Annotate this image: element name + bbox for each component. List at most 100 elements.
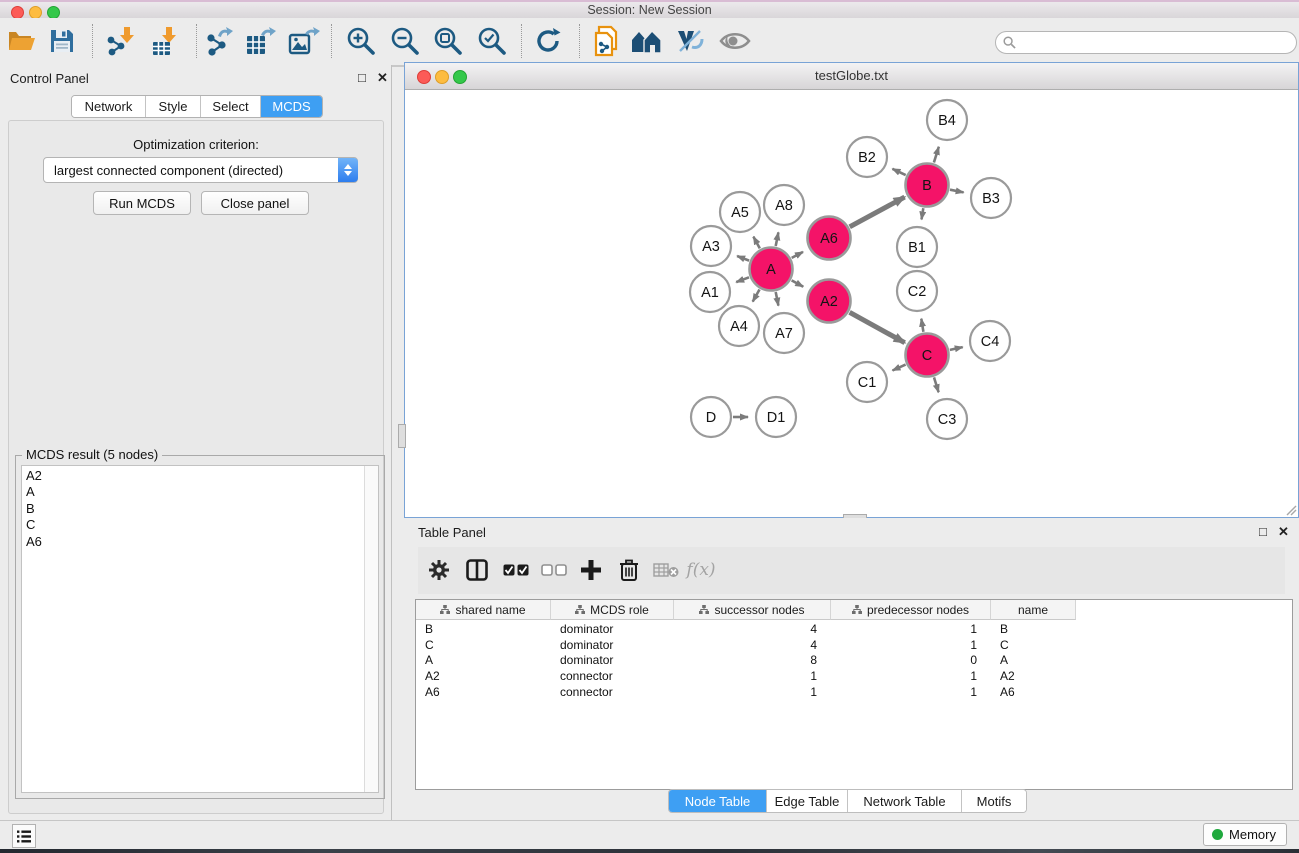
node-B[interactable]: B bbox=[906, 164, 949, 207]
table-tab-node-table[interactable]: Node Table bbox=[669, 790, 767, 812]
column-header-successor-nodes[interactable]: successor nodes bbox=[674, 600, 831, 620]
table-tab-edge-table[interactable]: Edge Table bbox=[767, 790, 848, 812]
control-tab-mcds[interactable]: MCDS bbox=[261, 96, 322, 117]
search-input[interactable] bbox=[1016, 35, 1296, 51]
show-graphics-details-button[interactable] bbox=[715, 21, 755, 61]
edge-A-A3[interactable] bbox=[737, 256, 749, 261]
cell-C-MCDS-role[interactable]: dominator bbox=[551, 638, 674, 654]
zoom-in-button[interactable] bbox=[341, 21, 381, 61]
cell-A-name[interactable]: A bbox=[991, 653, 1076, 669]
table-tab-motifs[interactable]: Motifs bbox=[962, 790, 1026, 812]
result-item[interactable]: A bbox=[22, 484, 378, 500]
network-graph-canvas[interactable]: B4 B2 B B3 A5 A8 A6 A3 B1 A A1 C2 A2 A4 … bbox=[405, 89, 1298, 517]
result-item[interactable]: A6 bbox=[22, 534, 378, 550]
edge-A-A2[interactable] bbox=[792, 280, 804, 286]
column-header-shared-name[interactable]: shared name bbox=[416, 600, 551, 620]
node-C4[interactable]: C4 bbox=[970, 321, 1010, 361]
node-A8[interactable]: A8 bbox=[764, 185, 804, 225]
edge-B-B4[interactable] bbox=[934, 147, 939, 163]
node-D[interactable]: D bbox=[691, 397, 731, 437]
node-A2[interactable]: A2 bbox=[808, 280, 851, 323]
edge-A-A6[interactable] bbox=[792, 252, 803, 258]
hide-graphics-details-button[interactable] bbox=[670, 21, 710, 61]
node-D1[interactable]: D1 bbox=[756, 397, 796, 437]
close-panel-icon[interactable]: ✕ bbox=[377, 70, 388, 86]
cell-A2-successor-nodes[interactable]: 1 bbox=[674, 669, 831, 685]
zoom-out-button[interactable] bbox=[385, 21, 425, 61]
node-B1[interactable]: B1 bbox=[897, 227, 937, 267]
control-tab-network[interactable]: Network bbox=[72, 96, 146, 117]
node-A1[interactable]: A1 bbox=[690, 272, 730, 312]
resize-grip-icon[interactable] bbox=[1285, 504, 1297, 516]
save-session-button[interactable] bbox=[42, 21, 82, 61]
select-all-button[interactable] bbox=[497, 551, 535, 589]
cell-C-successor-nodes[interactable]: 4 bbox=[674, 638, 831, 654]
table-float-icon[interactable]: □ bbox=[1259, 524, 1267, 539]
node-A7[interactable]: A7 bbox=[764, 313, 804, 353]
close-panel-button[interactable]: Close panel bbox=[201, 191, 309, 215]
cell-A2-name[interactable]: A2 bbox=[991, 669, 1076, 685]
cell-B-successor-nodes[interactable]: 4 bbox=[674, 622, 831, 638]
table-close-icon[interactable]: ✕ bbox=[1278, 524, 1289, 540]
edge-A6-B[interactable] bbox=[850, 197, 905, 227]
add-column-button[interactable] bbox=[572, 551, 610, 589]
node-C2[interactable]: C2 bbox=[897, 271, 937, 311]
zoom-selected-button[interactable] bbox=[472, 21, 512, 61]
cell-A6-predecessor-nodes[interactable]: 1 bbox=[831, 685, 991, 701]
cell-A6-shared-name[interactable]: A6 bbox=[416, 685, 551, 701]
cell-A2-predecessor-nodes[interactable]: 1 bbox=[831, 669, 991, 685]
node-B2[interactable]: B2 bbox=[847, 137, 887, 177]
cell-A-MCDS-role[interactable]: dominator bbox=[551, 653, 674, 669]
delete-column-button[interactable] bbox=[610, 551, 648, 589]
edge-A-A4[interactable] bbox=[753, 290, 760, 302]
show-column-button[interactable] bbox=[458, 551, 496, 589]
node-A3[interactable]: A3 bbox=[691, 226, 731, 266]
cell-C-name[interactable]: C bbox=[991, 638, 1076, 654]
export-image-button[interactable] bbox=[284, 21, 324, 61]
open-session-button[interactable] bbox=[2, 21, 42, 61]
edge-C-C3[interactable] bbox=[934, 377, 939, 392]
column-header-predecessor-nodes[interactable]: predecessor nodes bbox=[831, 600, 991, 620]
result-item[interactable]: C bbox=[22, 517, 378, 533]
export-network-button[interactable] bbox=[199, 21, 239, 61]
run-mcds-button[interactable]: Run MCDS bbox=[93, 191, 191, 215]
node-table[interactable]: shared name MCDS role successor nodes pr… bbox=[415, 599, 1293, 790]
cell-A2-shared-name[interactable]: A2 bbox=[416, 669, 551, 685]
unselect-all-button[interactable] bbox=[535, 551, 573, 589]
refresh-network-button[interactable] bbox=[528, 21, 568, 61]
edge-A-A5[interactable] bbox=[753, 237, 759, 249]
criterion-select[interactable]: largest connected component (directed) bbox=[43, 157, 358, 183]
memory-button[interactable]: Memory bbox=[1203, 823, 1287, 846]
control-tab-select[interactable]: Select bbox=[201, 96, 261, 117]
function-builder-button[interactable]: f(x) bbox=[682, 551, 720, 589]
import-network-button[interactable] bbox=[100, 21, 140, 61]
home-button[interactable] bbox=[627, 21, 667, 61]
node-A4[interactable]: A4 bbox=[719, 306, 759, 346]
edge-A2-C[interactable] bbox=[850, 312, 905, 342]
node-B4[interactable]: B4 bbox=[927, 100, 967, 140]
cell-A-shared-name[interactable]: A bbox=[416, 653, 551, 669]
edge-C-C2[interactable] bbox=[921, 319, 923, 332]
copy-network-view-button[interactable] bbox=[587, 21, 627, 61]
node-A6[interactable]: A6 bbox=[808, 217, 851, 260]
table-options-button[interactable] bbox=[420, 551, 458, 589]
import-table-button[interactable] bbox=[146, 21, 186, 61]
cell-A-successor-nodes[interactable]: 8 bbox=[674, 653, 831, 669]
vertical-splitter-handle[interactable] bbox=[398, 424, 406, 448]
cell-C-shared-name[interactable]: C bbox=[416, 638, 551, 654]
edge-B-B2[interactable] bbox=[892, 169, 905, 175]
column-header-MCDS-role[interactable]: MCDS role bbox=[551, 600, 674, 620]
zoom-fit-button[interactable] bbox=[428, 21, 468, 61]
node-B3[interactable]: B3 bbox=[971, 178, 1011, 218]
cell-A6-successor-nodes[interactable]: 1 bbox=[674, 685, 831, 701]
cell-C-predecessor-nodes[interactable]: 1 bbox=[831, 638, 991, 654]
edge-A-A8[interactable] bbox=[776, 232, 779, 246]
column-header-name[interactable]: name bbox=[991, 600, 1076, 620]
edge-A-A1[interactable] bbox=[736, 277, 749, 282]
edge-C-C4[interactable] bbox=[950, 347, 963, 350]
result-scrollbar[interactable] bbox=[364, 466, 378, 792]
cell-A2-MCDS-role[interactable]: connector bbox=[551, 669, 674, 685]
edge-B-B3[interactable] bbox=[950, 190, 964, 193]
edge-B-B1[interactable] bbox=[922, 208, 924, 219]
cell-A-predecessor-nodes[interactable]: 0 bbox=[831, 653, 991, 669]
